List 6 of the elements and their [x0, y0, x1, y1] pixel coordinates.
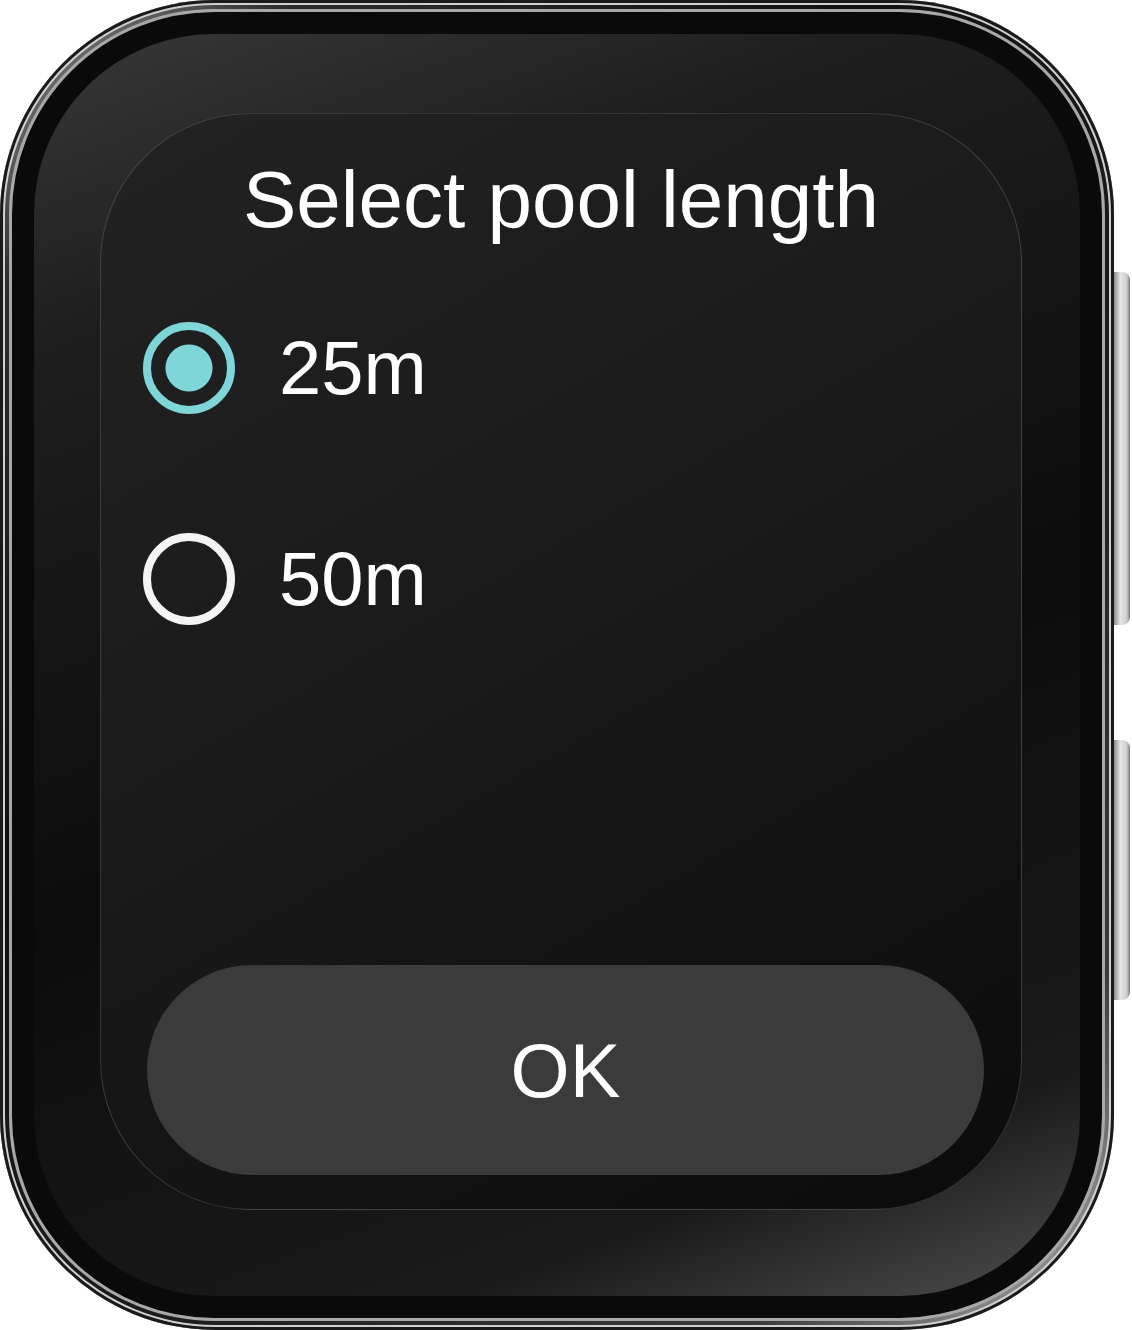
ok-button[interactable]: OK — [147, 965, 984, 1175]
side-button[interactable] — [1114, 272, 1130, 625]
side-button[interactable] — [1114, 740, 1130, 1000]
screen-title: Select pool length — [243, 154, 879, 246]
pool-length-option[interactable]: 25m — [143, 318, 427, 418]
pool-length-option[interactable]: 50m — [143, 529, 427, 629]
